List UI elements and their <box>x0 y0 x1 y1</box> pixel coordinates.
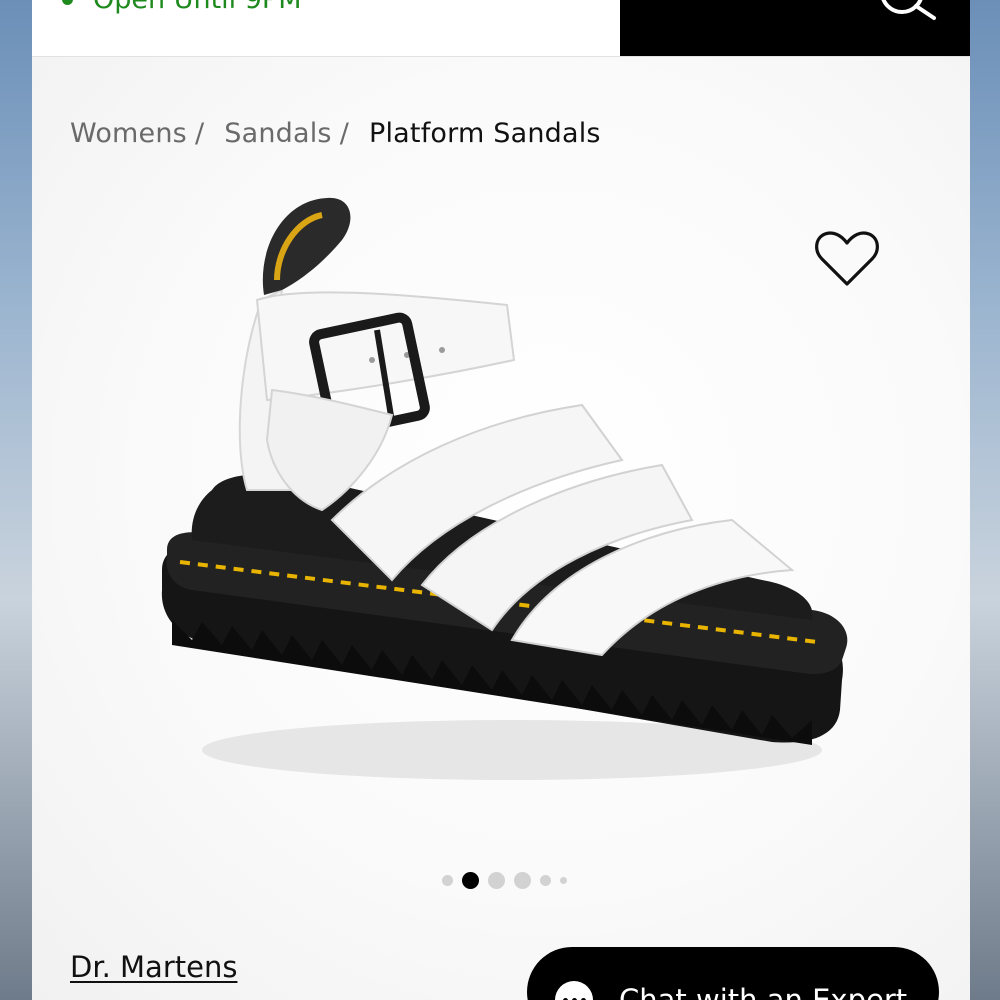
chat-label: Chat with an Expert <box>619 983 908 1000</box>
breadcrumb: Womens / Sandals / Platform Sandals <box>70 118 601 149</box>
store-status-text: Open Until 9PM <box>93 0 302 15</box>
gallery-dot[interactable] <box>442 875 453 886</box>
breadcrumb-sandals[interactable]: Sandals <box>224 118 331 149</box>
chat-bubble-icon <box>555 981 593 1000</box>
search-icon <box>881 0 936 20</box>
brand-link[interactable]: Dr. Martens <box>70 950 237 984</box>
gallery-dot[interactable] <box>488 872 505 889</box>
search-button[interactable] <box>620 0 970 56</box>
breadcrumb-current: Platform Sandals <box>368 118 601 149</box>
store-hours[interactable]: Open Until 9PM <box>62 0 302 15</box>
gallery-dot[interactable] <box>540 875 551 886</box>
product-image[interactable] <box>152 190 852 800</box>
status-dot-icon <box>62 0 73 5</box>
gallery-dot[interactable] <box>560 877 567 884</box>
breadcrumb-womens[interactable]: Womens <box>70 118 187 149</box>
breadcrumb-separator: / <box>194 118 205 149</box>
gallery-dot[interactable] <box>514 872 531 889</box>
chat-with-expert-button[interactable]: Chat with an Expert <box>527 947 939 1000</box>
gallery-dot-active[interactable] <box>462 872 479 889</box>
top-bar: Open Until 9PM <box>32 0 970 57</box>
gallery-pagination <box>442 872 567 889</box>
breadcrumb-separator: / <box>339 118 349 149</box>
product-page: Open Until 9PM Womens / Sandals / Platfo… <box>32 0 970 1000</box>
